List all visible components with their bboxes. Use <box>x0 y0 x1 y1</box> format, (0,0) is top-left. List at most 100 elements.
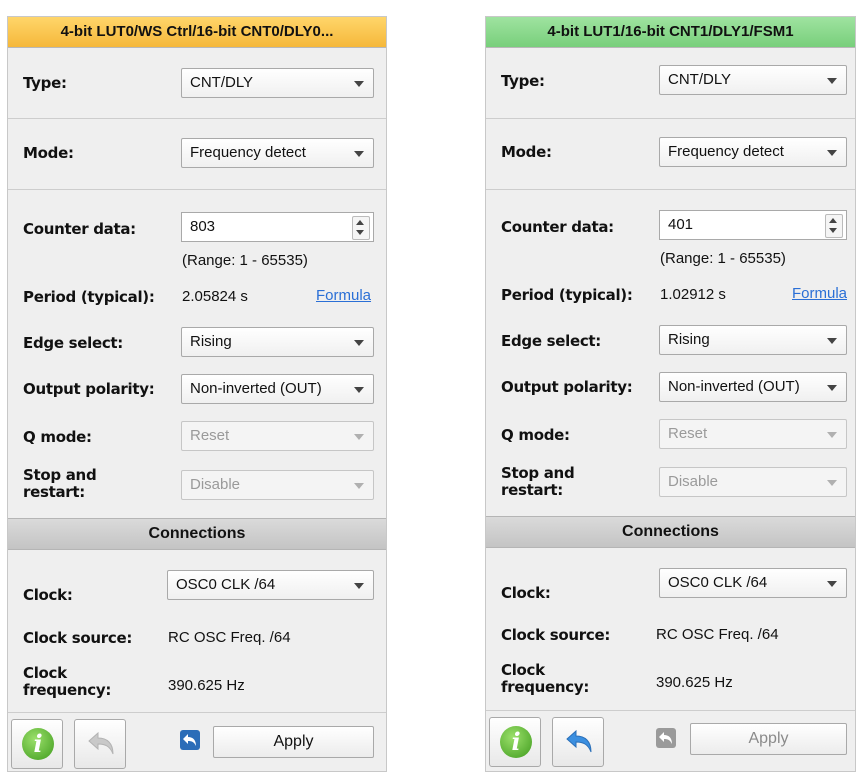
type-select[interactable]: CNT/DLY <box>659 65 847 95</box>
mode-value: Frequency detect <box>668 143 784 160</box>
output-polarity-select[interactable]: Non-inverted (OUT) <box>181 374 374 404</box>
counter-section: Counter data: 803 (Range: 1 - 65535) Per… <box>8 190 386 523</box>
period-label: Period (typical): <box>23 288 155 306</box>
polarity-value: Non-inverted (OUT) <box>190 380 322 397</box>
undo-icon <box>88 731 114 755</box>
mode-section: Mode: Frequency detect <box>486 119 855 190</box>
info-icon: i <box>22 728 54 760</box>
stop-restart-label: Stop and restart: <box>501 464 575 499</box>
counter-data-label: Counter data: <box>23 220 136 238</box>
edge-value: Rising <box>668 331 710 348</box>
polarity-value: Non-inverted (OUT) <box>668 378 800 395</box>
undo-button[interactable] <box>74 719 126 769</box>
chevron-down-icon <box>354 340 364 346</box>
chevron-down-icon <box>354 151 364 157</box>
stop-restart-select: Disable <box>659 467 847 497</box>
spin-down-icon[interactable] <box>356 230 364 235</box>
chevron-down-icon <box>827 480 837 486</box>
connections-header: Connections <box>486 516 855 548</box>
chevron-down-icon <box>827 338 837 344</box>
edge-select[interactable]: Rising <box>659 325 847 355</box>
type-section: Type: CNT/DLY <box>486 48 855 119</box>
spinner-buttons[interactable] <box>352 216 370 240</box>
edge-select-label: Edge select: <box>501 332 601 350</box>
type-select[interactable]: CNT/DLY <box>181 68 374 98</box>
chevron-down-icon <box>354 434 364 440</box>
counter-data-input[interactable]: 803 <box>181 212 374 242</box>
small-undo-icon[interactable] <box>180 730 200 750</box>
mode-section: Mode: Frequency detect <box>8 119 386 190</box>
counter-data-input[interactable]: 401 <box>659 210 847 240</box>
q-mode-label: Q mode: <box>501 426 570 444</box>
counter-range: (Range: 1 - 65535) <box>660 250 786 267</box>
mode-select[interactable]: Frequency detect <box>659 137 847 167</box>
output-polarity-label: Output polarity: <box>501 378 633 396</box>
chevron-down-icon <box>827 432 837 438</box>
clock-value: OSC0 CLK /64 <box>668 574 768 591</box>
panel-title: 4-bit LUT1/16-bit CNT1/DLY1/FSM1 <box>486 17 855 48</box>
properties-panel-lut0: 4-bit LUT0/WS Ctrl/16-bit CNT0/DLY0... T… <box>7 16 387 772</box>
clock-frequency-label: Clock frequency: <box>501 661 590 696</box>
clock-value: OSC0 CLK /64 <box>176 576 276 593</box>
edge-value: Rising <box>190 333 232 350</box>
undo-button[interactable] <box>552 717 604 767</box>
clock-source-label: Clock source: <box>23 629 133 647</box>
stop-restart-label: Stop and restart: <box>23 466 97 501</box>
clock-frequency-value: 390.625 Hz <box>656 674 733 691</box>
q-mode-select: Reset <box>659 419 847 449</box>
info-button[interactable]: i <box>11 719 63 769</box>
clock-label: Clock: <box>23 586 73 604</box>
apply-button[interactable]: Apply <box>213 726 374 758</box>
type-section: Type: CNT/DLY <box>8 48 386 119</box>
period-value: 2.05824 s <box>182 288 248 305</box>
info-button[interactable]: i <box>489 717 541 767</box>
clock-select[interactable]: OSC0 CLK /64 <box>167 570 374 600</box>
clock-source-value: RC OSC Freq. /64 <box>168 629 291 646</box>
properties-panel-lut1: 4-bit LUT1/16-bit CNT1/DLY1/FSM1 Type: C… <box>485 16 856 772</box>
clock-frequency-value: 390.625 Hz <box>168 677 245 694</box>
formula-link[interactable]: Formula <box>316 287 371 304</box>
bottom-toolbar: i Apply <box>8 712 386 773</box>
stop-restart-select: Disable <box>181 470 374 500</box>
type-value: CNT/DLY <box>190 74 254 91</box>
mode-select[interactable]: Frequency detect <box>181 138 374 168</box>
counter-section: Counter data: 401 (Range: 1 - 65535) Per… <box>486 190 855 523</box>
chevron-down-icon <box>827 581 837 587</box>
clock-frequency-label: Clock frequency: <box>23 664 112 699</box>
clock-source-value: RC OSC Freq. /64 <box>656 626 779 643</box>
mode-label: Mode: <box>501 143 552 161</box>
chevron-down-icon <box>354 387 364 393</box>
mode-value: Frequency detect <box>190 144 306 161</box>
edge-select-label: Edge select: <box>23 334 123 352</box>
connections-header: Connections <box>8 518 386 550</box>
period-label: Period (typical): <box>501 286 633 304</box>
stop-value: Disable <box>668 473 719 490</box>
chevron-down-icon <box>354 81 364 87</box>
qmode-value: Reset <box>668 425 708 442</box>
spinner-buttons[interactable] <box>825 214 843 238</box>
counter-data-value: 803 <box>190 218 216 235</box>
counter-data-label: Counter data: <box>501 218 614 236</box>
type-label: Type: <box>501 72 545 90</box>
q-mode-select: Reset <box>181 421 374 451</box>
q-mode-label: Q mode: <box>23 428 92 446</box>
chevron-down-icon <box>354 583 364 589</box>
output-polarity-label: Output polarity: <box>23 380 155 398</box>
spin-up-icon[interactable] <box>356 220 364 225</box>
qmode-value: Reset <box>190 427 230 444</box>
counter-range: (Range: 1 - 65535) <box>182 252 308 269</box>
bottom-toolbar: i Apply <box>486 710 855 771</box>
undo-icon <box>566 729 592 753</box>
chevron-down-icon <box>827 150 837 156</box>
spin-up-icon[interactable] <box>829 218 837 223</box>
type-value: CNT/DLY <box>668 71 732 88</box>
clock-select[interactable]: OSC0 CLK /64 <box>659 568 847 598</box>
small-undo-icon <box>656 728 676 748</box>
mode-label: Mode: <box>23 144 74 162</box>
formula-link[interactable]: Formula <box>792 285 847 302</box>
spin-down-icon[interactable] <box>829 228 837 233</box>
output-polarity-select[interactable]: Non-inverted (OUT) <box>659 372 847 402</box>
clock-label: Clock: <box>501 584 551 602</box>
edge-select[interactable]: Rising <box>181 327 374 357</box>
chevron-down-icon <box>354 483 364 489</box>
